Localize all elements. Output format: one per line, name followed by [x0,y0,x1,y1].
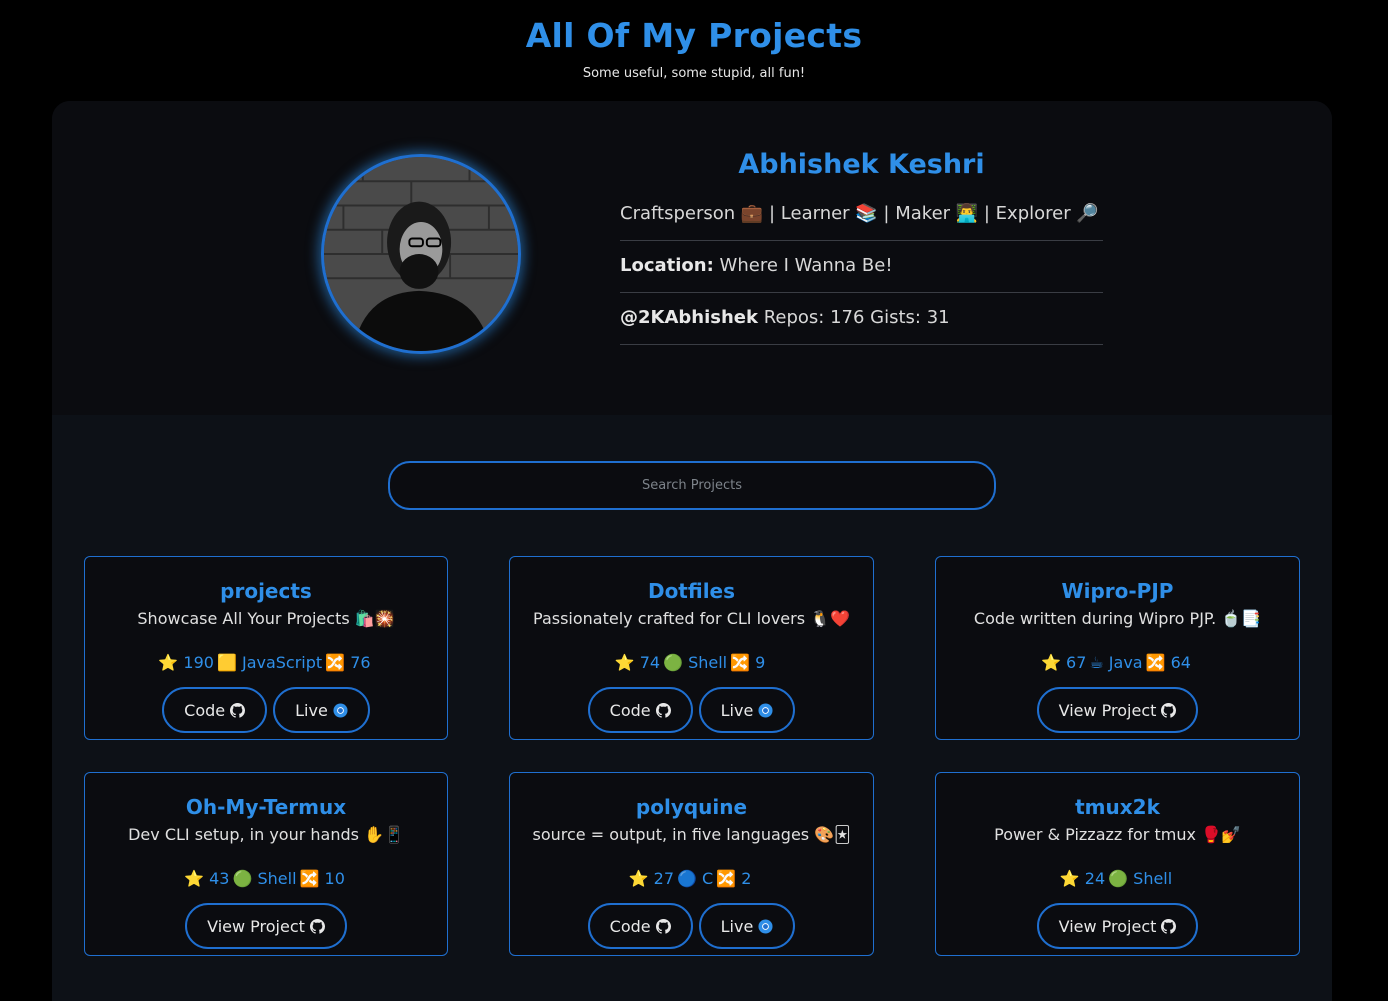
project-title[interactable]: Dotfiles [510,579,873,605]
project-stats: ⭐ 43 🟢 Shell 🔀 10 [85,869,447,891]
project-buttons: View Project [936,687,1299,733]
code-label: Code [609,916,651,936]
project-description: Showcase All Your Projects 🛍️🎇 [137,609,395,628]
code-button[interactable]: Code [587,687,693,733]
github-icon [655,702,671,718]
project-stats: ⭐ 24 🟢 Shell [936,869,1299,891]
repo-gist-stats: Repos: 176 Gists: 31 [763,307,950,328]
view-project-label: View Project [1058,916,1157,936]
project-stars: ⭐ 74 [614,653,661,672]
view-project-label: View Project [1058,700,1157,720]
view-project-button[interactable]: View Project [185,903,347,949]
project-forks: 🔀 76 [325,653,371,672]
project-buttons: Code Live [85,687,447,733]
project-title[interactable]: Oh-My-Termux [85,795,447,821]
project-stats: ⭐ 74 🟢 Shell 🔀 9 [510,653,873,675]
project-buttons: View Project [85,903,447,949]
project-language: 🟨 JavaScript [216,653,323,672]
project-language: 🟢 Shell [1108,869,1173,888]
view-project-button[interactable]: View Project [1036,903,1199,949]
profile-section: Abhishek Keshri Craftsperson 💼 | Learner… [52,101,1332,415]
project-language: 🟢 Shell [232,869,297,888]
live-label: Live [720,916,754,936]
project-buttons: View Project [936,903,1299,949]
github-handle[interactable]: @2KAbhishek [620,307,758,328]
chrome-icon [758,702,773,718]
project-card: projects Showcase All Your Projects 🛍️🎇 ⭐ … [84,556,448,740]
project-card: tmux2k Power & Pizzazz for tmux 🥊💅 ⭐ 24 🟢 S… [935,772,1300,956]
location-value: Where I Wanna Be! [719,255,893,276]
project-stats: ⭐ 190 🟨 JavaScript 🔀 76 [85,653,447,675]
avatar-photo [324,157,518,351]
project-stats: ⭐ 27 🔵 C 🔀 2 [510,869,873,891]
profile-location: Location: Where I Wanna Be! [620,241,1103,293]
project-language: 🔵 C [677,869,714,888]
project-forks: 🔀 10 [299,869,345,888]
project-card: Wipro-PJP Code written during Wipro PJP. … [935,556,1300,740]
profile-name: Abhishek Keshri [738,149,985,180]
project-stars: ⭐ 67 [1041,653,1087,672]
project-stats: ⭐ 67 ☕ Java 🔀 64 [936,653,1299,675]
github-icon [309,918,325,934]
main-container: Abhishek Keshri Craftsperson 💼 | Learner… [52,101,1332,1001]
project-card: polyquine source = output, in five langua… [509,772,874,956]
project-forks: 🔀 64 [1145,653,1191,672]
project-title[interactable]: Wipro-PJP [936,579,1299,605]
project-description: Passionately crafted for CLI lovers 🐧❤️ [533,609,850,628]
profile-info: Abhishek Keshri Craftsperson 💼 | Learner… [620,149,1103,345]
project-stars: ⭐ 27 [628,869,674,888]
page-subtitle: Some useful, some stupid, all fun! [582,66,806,81]
project-description: source = output, in five languages 🎨🃏 [532,825,851,844]
view-project-button[interactable]: View Project [1036,687,1199,733]
project-buttons: Code Live [510,903,873,949]
project-language: 🟢 Shell [663,653,728,672]
code-button[interactable]: Code [587,903,693,949]
live-button[interactable]: Live [698,687,796,733]
project-title[interactable]: tmux2k [936,795,1299,821]
project-card: Dotfiles Passionately crafted for CLI lov… [509,556,874,740]
live-label: Live [295,700,328,720]
live-button[interactable]: Live [698,903,796,949]
github-icon [655,918,671,934]
profile-github-stats: @2KAbhishek Repos: 176 Gists: 31 [620,293,1103,345]
chrome-icon [333,702,348,718]
project-forks: 🔀 2 [716,869,752,888]
project-forks: 🔀 9 [730,653,766,672]
code-button[interactable]: Code [162,687,268,733]
avatar [321,154,521,354]
project-description: Dev CLI setup, in your hands ✋📱 [128,825,404,844]
project-card: Oh-My-Termux Dev CLI setup, in your hands… [84,772,448,956]
view-project-label: View Project [207,916,305,936]
project-title[interactable]: polyquine [510,795,873,821]
live-label: Live [720,700,754,720]
project-language: ☕ Java [1089,653,1143,672]
code-label: Code [184,700,226,720]
page-header: All Of My Projects Some useful, some stu… [0,0,1388,100]
github-icon [1161,918,1177,934]
github-icon [1161,702,1177,718]
project-buttons: Code Live [510,687,873,733]
code-label: Code [609,700,651,720]
project-stars: ⭐ 24 [1059,869,1106,888]
search-input[interactable] [388,461,996,510]
project-stars: ⭐ 43 [184,869,230,888]
project-grid: projects Showcase All Your Projects 🛍️🎇 ⭐ … [84,556,1300,956]
chrome-icon [758,918,773,934]
project-stars: ⭐ 190 [158,653,214,672]
search-wrap [388,461,996,510]
github-icon [230,702,246,718]
profile-tagline: Craftsperson 💼 | Learner 📚 | Maker 👨‍💻 |… [620,183,1103,241]
location-label: Location: [620,255,714,276]
page-title: All Of My Projects [525,16,863,55]
project-description: Code written during Wipro PJP. 🍵📑 [973,609,1262,628]
live-button[interactable]: Live [273,687,370,733]
project-description: Power & Pizzazz for tmux 🥊💅 [994,825,1241,844]
project-title[interactable]: projects [85,579,447,605]
